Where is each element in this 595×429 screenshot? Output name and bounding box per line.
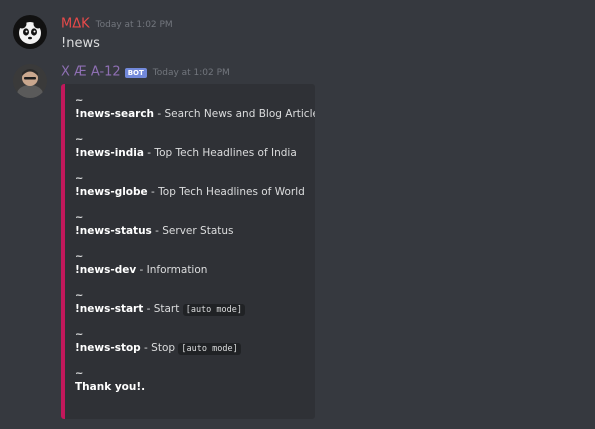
command-line: !news-globe - Top Tech Headlines of Worl… (75, 185, 315, 210)
message-header: X Æ A-12 BOT Today at 1:02 PM (61, 64, 230, 81)
user-photo-avatar[interactable] (13, 64, 47, 98)
command-name: !news-dev (75, 264, 137, 276)
message-header: MΔK Today at 1:02 PM (61, 16, 173, 33)
separator: ~ (75, 251, 84, 262)
separator: ~ (75, 329, 84, 340)
command-line: !news-search - Search News and Blog Arti… (75, 107, 315, 132)
command-name: !news-stop (75, 342, 141, 354)
message-content: !news (61, 36, 100, 51)
timestamp: Today at 1:02 PM (95, 19, 173, 30)
separator: ~ (75, 173, 84, 184)
bot-badge: BOT (124, 67, 147, 78)
command-description: - Search News and Blog Articles (154, 108, 315, 120)
panda-avatar-icon[interactable] (13, 15, 47, 49)
command-line: !news-start - Start [auto mode] (75, 302, 315, 327)
command-name: !news-search (75, 108, 155, 120)
command-description: - Top Tech Headlines of India (143, 147, 297, 159)
timestamp: Today at 1:02 PM (152, 67, 230, 78)
command-name: !news-status (75, 225, 152, 237)
command-name: !news-india (75, 147, 144, 159)
inline-code: [auto mode] (178, 343, 241, 355)
separator: ~ (75, 95, 84, 106)
separator: ~ (75, 212, 84, 223)
command-description: - Top Tech Headlines of World (147, 186, 305, 198)
inline-code: [auto mode] (182, 304, 245, 316)
separator: ~ (75, 290, 84, 301)
command-description: - Stop (140, 342, 179, 354)
command-line: !news-status - Server Status (75, 224, 315, 249)
embed-accent-bar (61, 84, 65, 419)
command-line: !news-dev - Information (75, 263, 315, 288)
embed: ~ !news-search - Search News and Blog Ar… (61, 84, 315, 419)
command-description: - Server Status (151, 225, 234, 237)
command-name: !news-start (75, 303, 144, 315)
username[interactable]: X Æ A-12 (61, 65, 121, 80)
command-line: !news-stop - Stop [auto mode] (75, 341, 315, 366)
command-line: !news-india - Top Tech Headlines of Indi… (75, 146, 315, 171)
username[interactable]: MΔK (61, 17, 90, 32)
command-name: !news-globe (75, 186, 148, 198)
separator: ~ (75, 134, 84, 145)
embed-footer-text: Thank you!. (75, 381, 146, 393)
embed-description: ~ !news-search - Search News and Blog Ar… (75, 93, 315, 394)
separator: ~ (75, 368, 84, 379)
command-description: - Start (143, 303, 183, 315)
command-description: - Information (136, 264, 208, 276)
